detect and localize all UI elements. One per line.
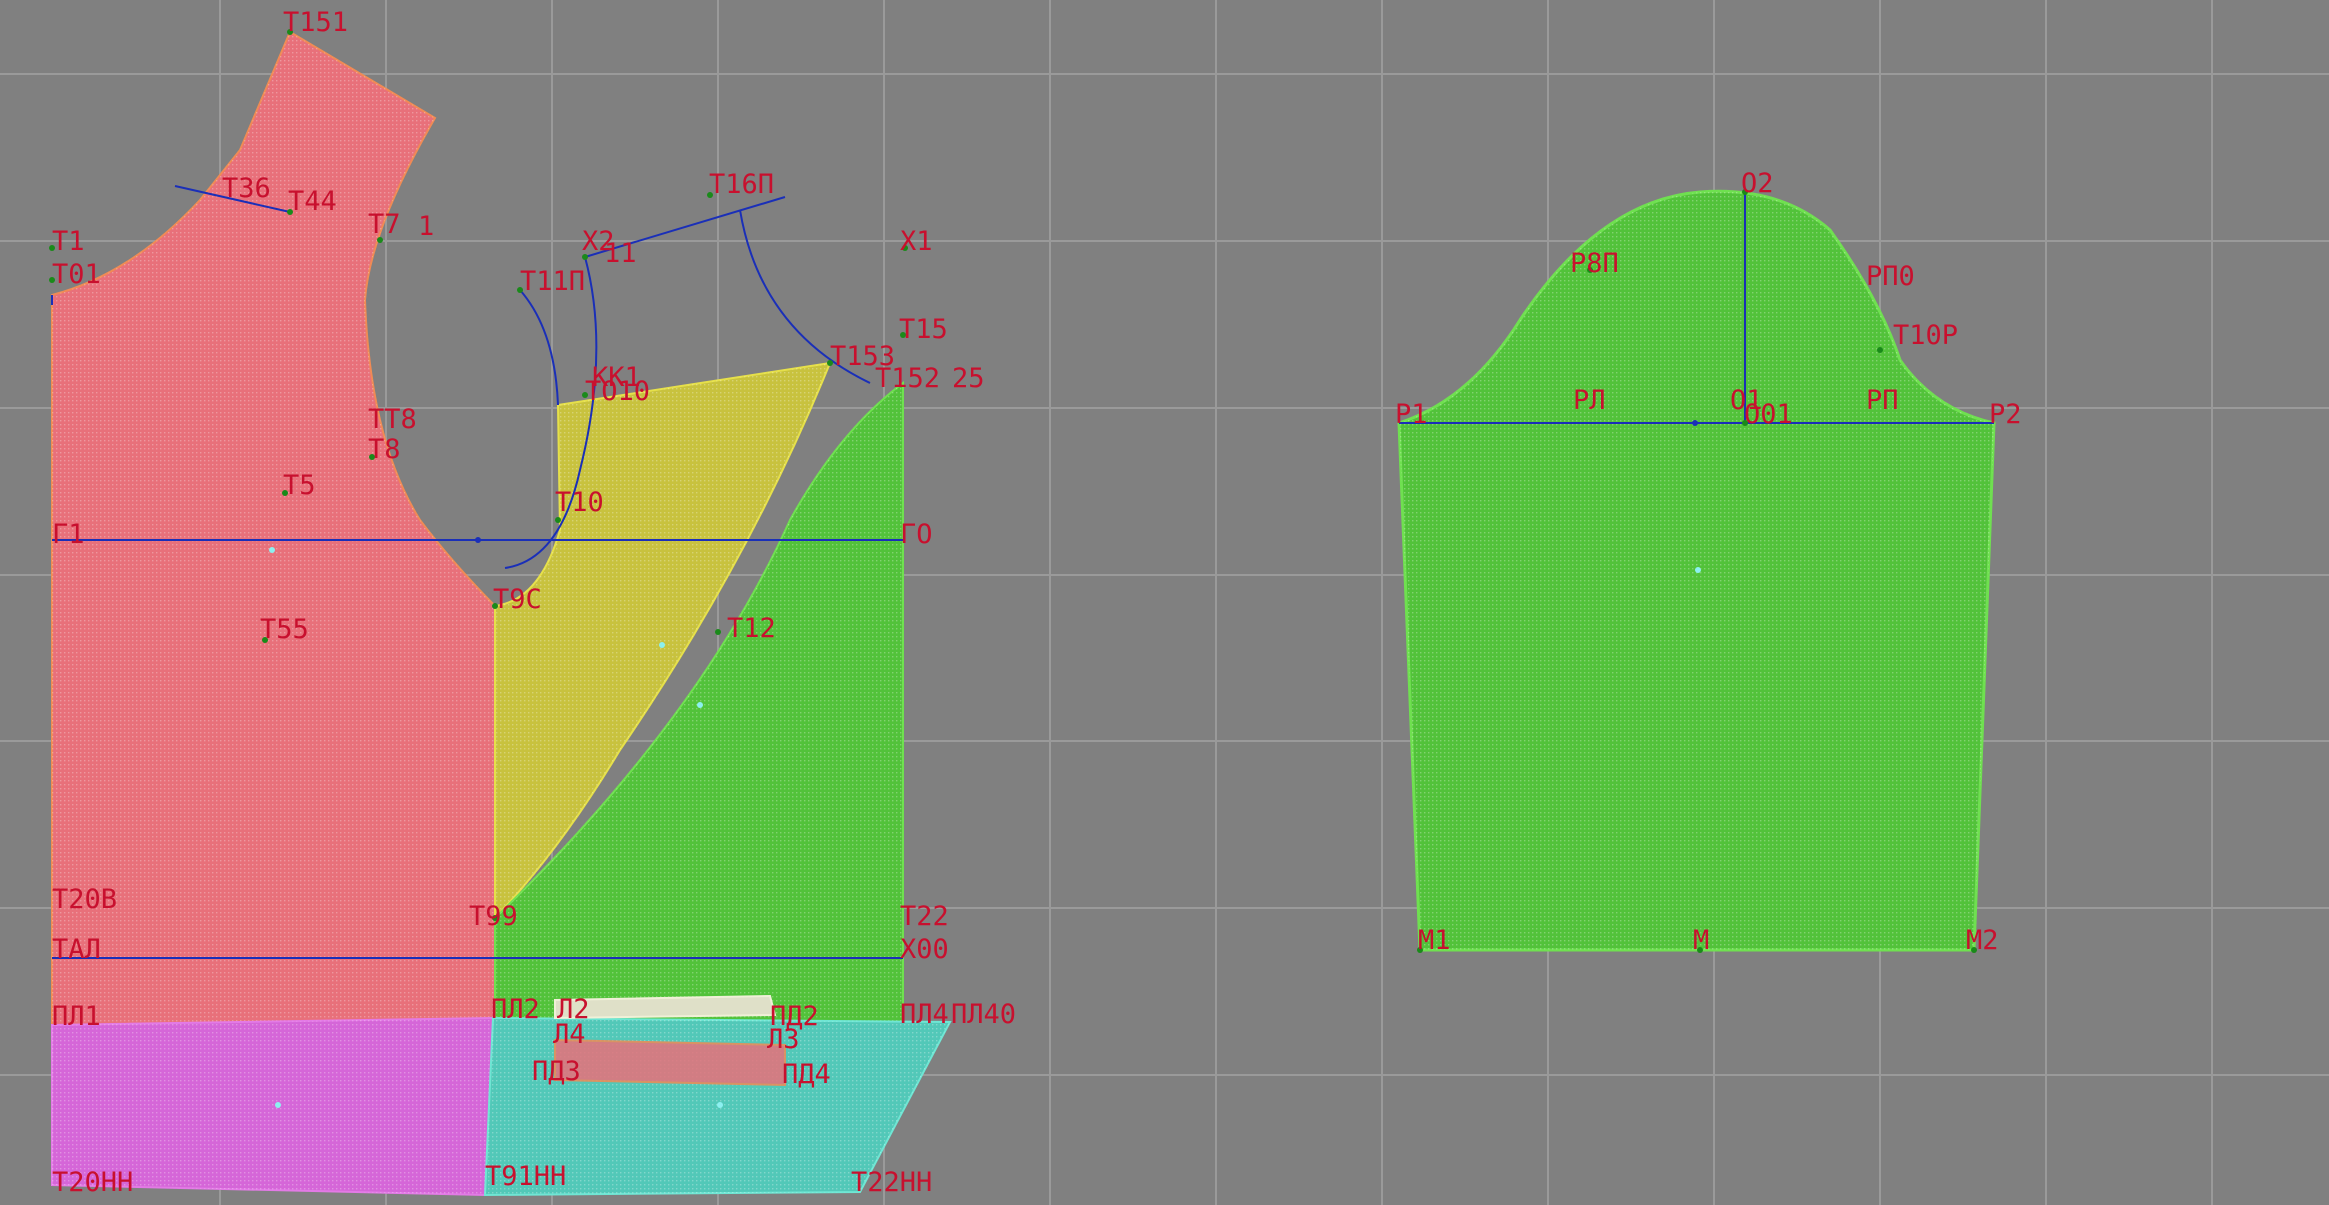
label-TO10: ТО10 xyxy=(585,376,650,407)
label-RL: РЛ xyxy=(1573,385,1606,416)
label-X00: Х00 xyxy=(900,934,949,965)
label-PL2: ПЛ2 xyxy=(491,994,540,1025)
label-O2: О2 xyxy=(1741,168,1774,199)
label-T9C: Т9С xyxy=(493,584,542,615)
label-R8P: Р8П xyxy=(1570,248,1619,279)
label-O01: О01 xyxy=(1744,399,1793,430)
label-PD3: ПД3 xyxy=(532,1056,581,1087)
label-TAL: ТАЛ xyxy=(52,934,101,965)
label-T99: Т99 xyxy=(469,901,518,932)
label-T152: Т152 xyxy=(875,363,940,394)
label-T1: Т1 xyxy=(52,226,85,257)
label-T25: 25 xyxy=(952,363,985,394)
label-T01: Т01 xyxy=(52,259,101,290)
label-R1: Р1 xyxy=(1395,399,1428,430)
label-L3: Л3 xyxy=(767,1024,800,1055)
label-PL4: ПЛ4 xyxy=(900,999,949,1030)
label-T12: Т12 xyxy=(727,613,776,644)
label-M: М xyxy=(1693,925,1709,956)
label-T16P: Т16П xyxy=(709,169,774,200)
label-TT8: ТТ8 xyxy=(368,404,417,435)
label-T22NN: Т22НН xyxy=(851,1167,932,1198)
label-T10R: Т10Р xyxy=(1893,320,1958,351)
label-PD4: ПД4 xyxy=(782,1059,831,1090)
label-M2: М2 xyxy=(1966,925,1999,956)
label-T11P: Т11П xyxy=(520,266,585,297)
label-PL1: ПЛ1 xyxy=(52,1001,101,1032)
label-T20V: Т20В xyxy=(52,884,117,915)
label-T5: Т5 xyxy=(283,470,316,501)
label-T44: Т44 xyxy=(288,186,337,217)
label-T7: Т7 xyxy=(368,209,401,240)
label-T10: Т10 xyxy=(555,487,604,518)
label-T15: Т15 xyxy=(899,314,948,345)
label-M1: М1 xyxy=(1418,925,1451,956)
label-GO: ГО xyxy=(900,519,933,550)
label-L4: Л4 xyxy=(553,1019,586,1050)
label-I1: 11 xyxy=(604,238,637,269)
pattern-drafting-canvas[interactable]: Т151 Т36 Т44 Т7 1 Т16П Х2 11 Х1 Т1 Т01 Т… xyxy=(0,0,2329,1205)
label-T20NN: Т20НН xyxy=(52,1167,133,1198)
label-T71: 1 xyxy=(418,211,434,242)
label-RP0: РП0 xyxy=(1866,261,1915,292)
back-bodice-piece[interactable] xyxy=(51,30,496,1026)
label-T151: Т151 xyxy=(283,7,348,38)
label-T91NN: Т91НН xyxy=(485,1161,566,1192)
label-X1: Х1 xyxy=(900,226,933,257)
label-T8: Т8 xyxy=(368,434,401,465)
label-T55: Т55 xyxy=(260,614,309,645)
label-T36: Т36 xyxy=(222,173,271,204)
label-R2: Р2 xyxy=(1989,399,2022,430)
label-T22: Т22 xyxy=(900,901,949,932)
label-PL40: ПЛ40 xyxy=(951,999,1016,1030)
label-RP: РП xyxy=(1866,385,1899,416)
label-G1: Г1 xyxy=(52,519,85,550)
